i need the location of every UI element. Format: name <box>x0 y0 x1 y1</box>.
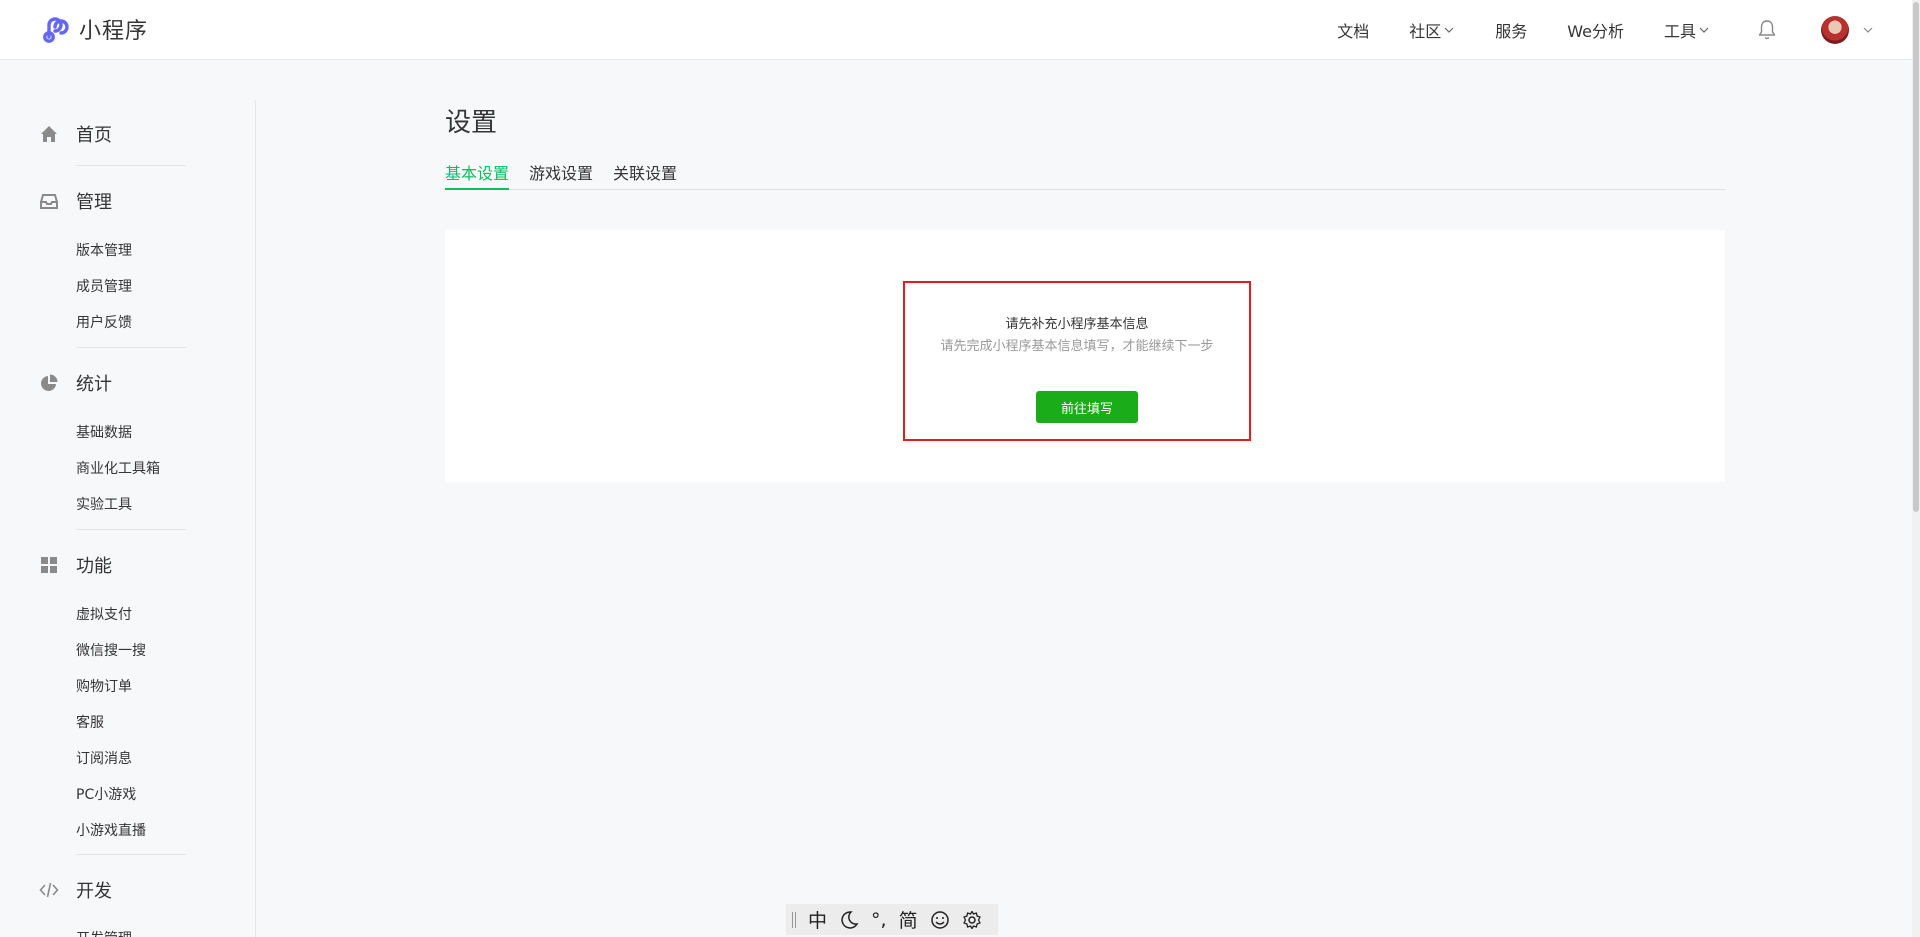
ime-simplified[interactable]: 简 <box>899 906 918 933</box>
grid-icon <box>41 557 57 573</box>
nav-services[interactable]: 服务 <box>1495 18 1527 42</box>
sidebar-item-customer-service[interactable]: 客服 <box>76 712 104 732</box>
nav-services-label: 服务 <box>1495 22 1528 41</box>
nav-docs-label: 文档 <box>1337 22 1370 41</box>
sidebar-item-subscription-messages[interactable]: 订阅消息 <box>76 748 132 768</box>
divider <box>76 854 186 855</box>
page-title: 设置 <box>445 108 498 138</box>
sidebar-section-features[interactable]: 功能 <box>39 552 112 578</box>
sidebar-item-virtual-payment[interactable]: 虚拟支付 <box>76 604 132 624</box>
divider <box>76 529 186 530</box>
sidebar-section-label: 开发 <box>76 881 112 902</box>
logo-text: 小程序 <box>79 19 149 44</box>
inbox-icon <box>40 194 58 209</box>
divider <box>76 347 186 348</box>
chevron-down-icon <box>1699 27 1709 33</box>
sidebar-item-label: 首页 <box>76 125 112 146</box>
nav-tools-label: 工具 <box>1663 22 1696 41</box>
sidebar-section-label: 管理 <box>76 192 112 213</box>
notice-description: 请先完成小程序基本信息填写，才能继续下一步 <box>940 339 1214 354</box>
ime-chinese-mode[interactable]: 中 <box>808 906 827 933</box>
sidebar-item-member-management[interactable]: 成员管理 <box>76 276 132 296</box>
sidebar-item-shopping-orders[interactable]: 购物订单 <box>76 676 132 696</box>
sidebar-section-label: 统计 <box>76 374 112 395</box>
sidebar-item-basic-data[interactable]: 基础数据 <box>76 422 132 442</box>
nav-we-analytics[interactable]: We分析 <box>1567 18 1624 42</box>
sidebar-item-commercial-toolbox[interactable]: 商业化工具箱 <box>76 458 160 478</box>
avatar[interactable] <box>1821 16 1849 44</box>
gear-icon[interactable] <box>962 910 982 930</box>
sidebar-item-minigame-live[interactable]: 小游戏直播 <box>76 820 146 840</box>
nav-docs[interactable]: 文档 <box>1337 18 1369 42</box>
pie-chart-icon <box>41 374 58 391</box>
sidebar-item-home[interactable]: 首页 <box>39 121 112 147</box>
chevron-down-icon <box>1444 27 1454 33</box>
mini-program-logo-icon <box>43 17 69 43</box>
sidebar-item-experiment-tools[interactable]: 实验工具 <box>76 494 132 514</box>
ime-toolbar: 中 °, 简 <box>786 904 998 935</box>
tab-game-settings[interactable]: 游戏设置 <box>529 160 593 190</box>
bell-icon[interactable] <box>1757 19 1777 41</box>
top-navbar: 小程序 文档 社区 服务 We分析 工具 <box>0 0 1920 60</box>
notice-panel: 请先补充小程序基本信息 请先完成小程序基本信息填写，才能继续下一步 前往填写 <box>903 281 1251 441</box>
scrollbar-thumb[interactable] <box>1913 2 1919 512</box>
code-icon <box>39 882 59 898</box>
sidebar: 首页 管理 版本管理 成员管理 用户反馈 统计 基础数据 商业化工具箱 实验工具… <box>0 100 256 937</box>
go-fill-button[interactable]: 前往填写 <box>1036 391 1138 423</box>
tab-linked-settings[interactable]: 关联设置 <box>613 160 677 190</box>
sidebar-section-stats[interactable]: 统计 <box>39 370 112 396</box>
sidebar-section-label: 功能 <box>76 556 112 577</box>
divider <box>76 165 186 166</box>
sidebar-section-dev[interactable]: 开发 <box>39 877 112 903</box>
nav-tools[interactable]: 工具 <box>1664 18 1710 42</box>
settings-tabs: 基本设置 游戏设置 关联设置 <box>445 158 1725 190</box>
sidebar-item-pc-minigame[interactable]: PC小游戏 <box>76 784 136 804</box>
notice-title: 请先补充小程序基本信息 <box>1005 317 1149 332</box>
sidebar-section-manage[interactable]: 管理 <box>39 188 112 214</box>
moon-icon[interactable] <box>839 910 859 930</box>
nav-we-analytics-label: We分析 <box>1567 22 1624 41</box>
ime-punctuation[interactable]: °, <box>871 909 887 931</box>
chevron-down-icon[interactable] <box>1862 24 1874 36</box>
sidebar-item-version-management[interactable]: 版本管理 <box>76 240 132 260</box>
tab-basic-settings[interactable]: 基本设置 <box>445 160 510 190</box>
drag-handle[interactable] <box>792 911 796 928</box>
sidebar-item-wechat-search[interactable]: 微信搜一搜 <box>76 640 146 660</box>
top-nav: 文档 社区 服务 We分析 工具 <box>1297 0 1710 60</box>
sidebar-item-dev-management[interactable]: 开发管理 <box>76 928 132 937</box>
nav-community-label: 社区 <box>1409 22 1442 41</box>
nav-community[interactable]: 社区 <box>1409 18 1455 42</box>
home-icon <box>41 126 57 142</box>
sidebar-item-user-feedback[interactable]: 用户反馈 <box>76 312 132 332</box>
smiley-icon[interactable] <box>930 910 950 930</box>
logo[interactable]: 小程序 <box>39 13 148 45</box>
